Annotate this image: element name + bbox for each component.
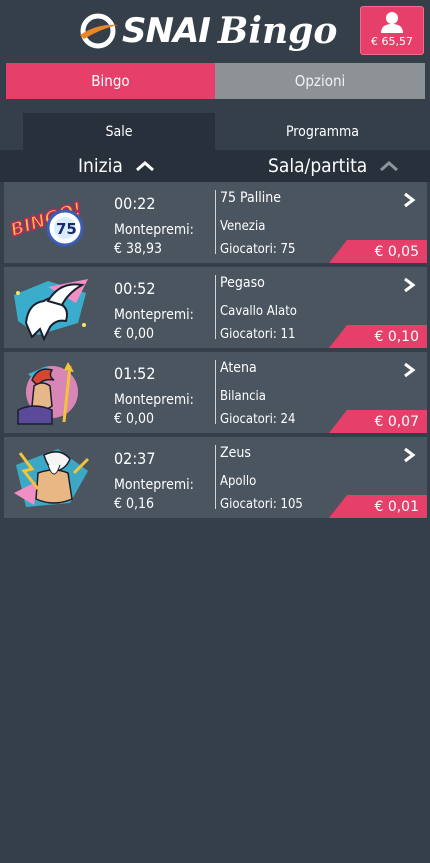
room-name: Pegaso [220,275,265,291]
room-subtitle: Bilancia [220,389,266,404]
tab-bingo[interactable]: Bingo [6,63,215,99]
price-tag-wedge [329,495,347,518]
chevron-right-icon[interactable] [402,192,416,208]
sort-start-label: Inizia [78,155,123,177]
room-name: Zeus [220,445,251,461]
room-card[interactable]: 02:37 Montepremi: € 0,16 Zeus Apollo Gio… [4,437,427,518]
room-start-time: 00:22 [114,194,156,213]
sort-by-start-button[interactable]: Inizia [78,155,155,177]
snai-swoosh-icon [80,13,118,49]
room-name: 75 Palline [220,190,281,206]
chevron-right-icon[interactable] [402,447,416,463]
room-pool-label: Montepremi: [114,392,194,408]
athena-art [17,362,78,425]
room-card[interactable]: BINGO! 75 00:22 Montepremi: € 38,93 75 P… [4,182,427,263]
tab-opzioni[interactable]: Opzioni [215,63,425,99]
divider [215,275,216,339]
room-card[interactable]: 00:52 Montepremi: € 0,00 Pegaso Cavallo … [4,267,427,348]
sub-tabs: Sale Programma [0,113,430,150]
logo-word-snai: SNAI [122,11,211,51]
chevron-up-icon [380,161,399,172]
room-card-price: € 0,01 [347,495,427,518]
price-tag-wedge [329,325,347,348]
room-subtitle: Venezia [220,219,266,234]
room-card-price: € 0,05 [347,240,427,263]
room-players: Giocatori: 75 [220,242,296,257]
price-tag-wedge [329,240,347,263]
chevron-right-icon[interactable] [402,277,416,293]
room-players: Giocatori: 105 [220,497,303,512]
room-subtitle: Cavallo Alato [220,304,297,319]
room-pool-label: Montepremi: [114,477,194,493]
user-icon [381,12,403,33]
room-card-price: € 0,07 [347,410,427,433]
logo-word-bingo: Bingo [217,10,338,52]
room-pool-label: Montepremi: [114,307,194,323]
snai-bingo-logo: SNAI Bingo [76,8,356,54]
room-pool-value: € 38,93 [114,241,163,257]
divider [215,360,216,424]
room-subtitle: Apollo [220,474,257,489]
chevron-right-icon[interactable] [402,362,416,378]
bingo-75-ball-art: BINGO! 75 [8,198,85,247]
room-card[interactable]: 01:52 Montepremi: € 0,00 Atena Bilancia … [4,352,427,433]
room-pool-label: Montepremi: [114,222,194,238]
divider [215,190,216,254]
account-balance: € 65,57 [371,35,413,48]
main-tabs: Bingo Opzioni [6,63,425,99]
room-pool-value: € 0,16 [114,496,155,512]
tab-programma[interactable]: Programma [215,113,430,150]
room-start-time: 00:52 [114,279,156,298]
zeus-art [14,449,90,507]
sort-by-hall-button[interactable]: Sala/partita [268,155,399,177]
room-start-time: 02:37 [114,449,156,468]
price-tag-wedge [329,410,347,433]
room-players: Giocatori: 24 [220,412,296,427]
sort-bar: Inizia Sala/partita [0,150,430,182]
room-pool-value: € 0,00 [114,326,155,342]
app-header: SNAI Bingo € 65,57 [0,0,430,62]
room-pool-value: € 0,00 [114,411,155,427]
pegasus-art [14,279,88,342]
divider [215,445,216,509]
sort-hall-label: Sala/partita [268,155,368,177]
room-start-time: 01:52 [114,364,156,383]
account-button[interactable]: € 65,57 [360,6,424,55]
room-players: Giocatori: 11 [220,327,296,342]
chevron-up-icon [135,161,154,172]
room-name: Atena [220,360,257,376]
svg-text:75: 75 [56,220,77,238]
room-card-price: € 0,10 [347,325,427,348]
tab-sale[interactable]: Sale [23,113,215,150]
